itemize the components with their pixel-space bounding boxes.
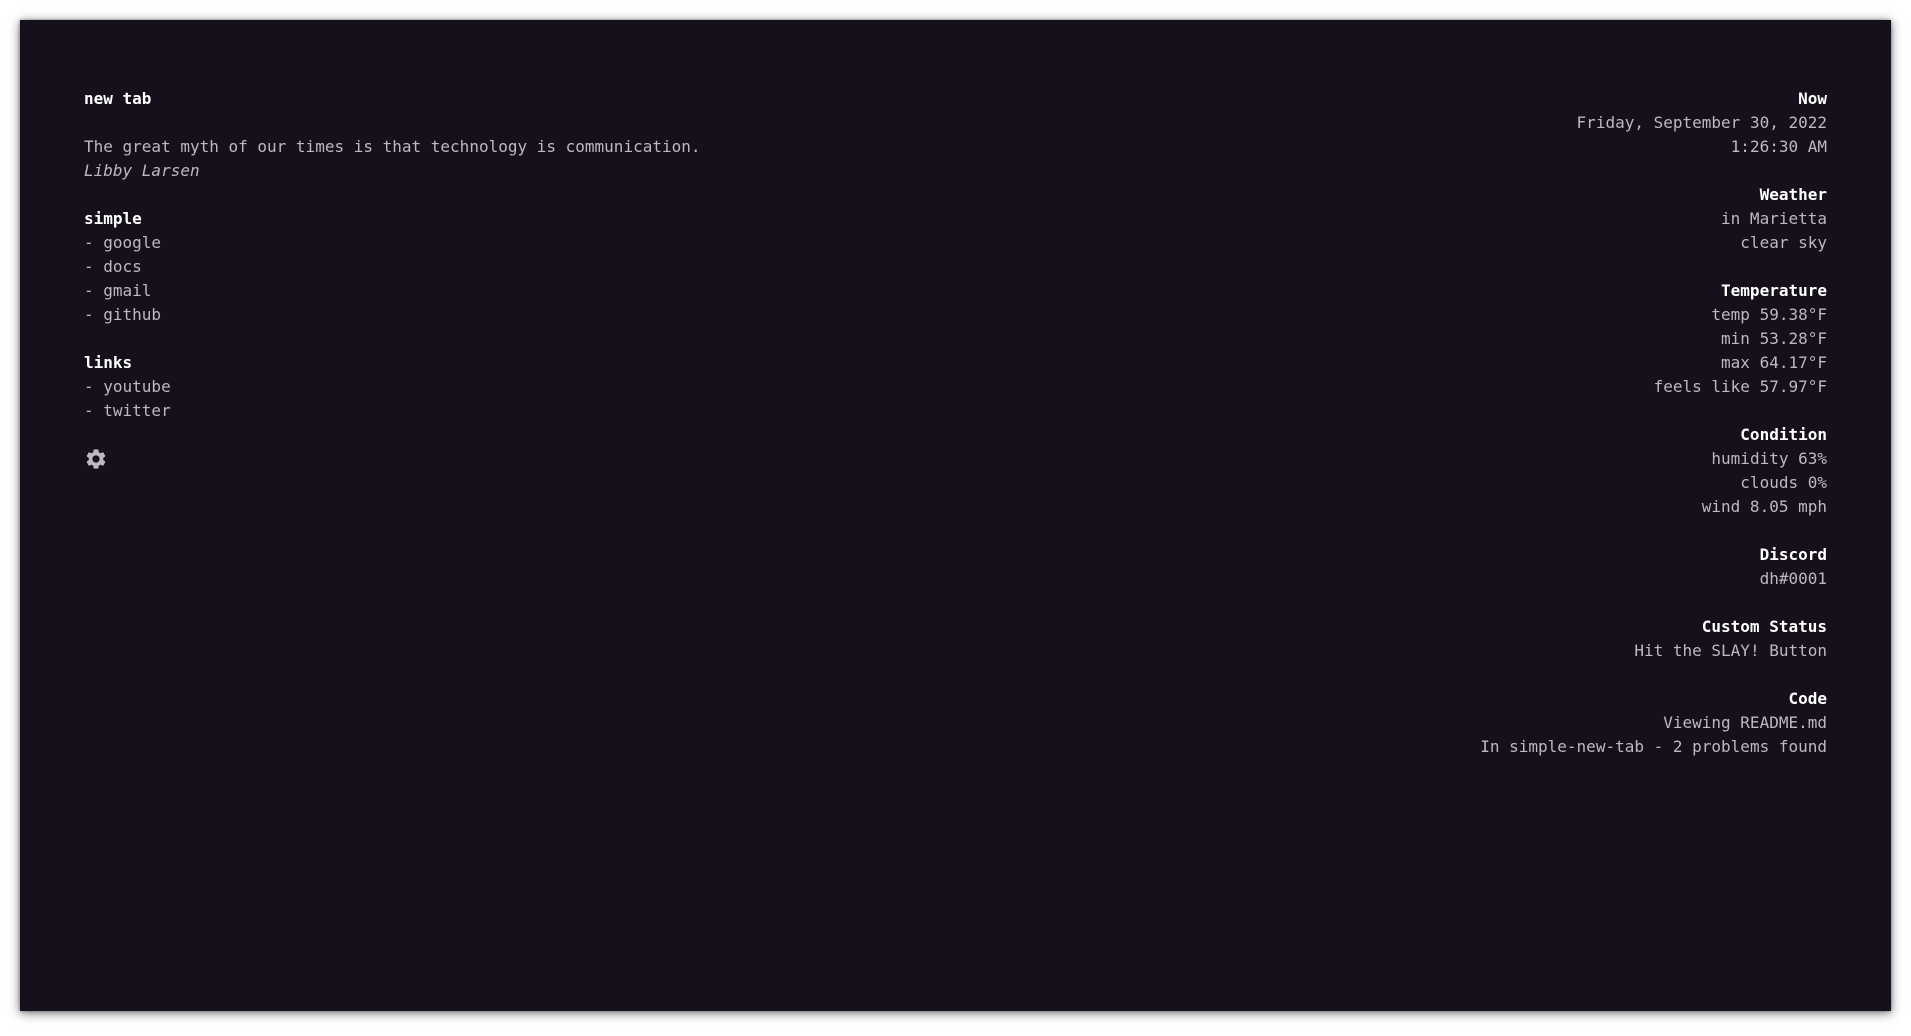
code-title: Code (1788, 689, 1827, 708)
condition-title: Condition (1740, 425, 1827, 444)
now-title: Now (1798, 89, 1827, 108)
condition-humidity: humidity 63% (1711, 449, 1827, 468)
widget-condition: Condition humidity 63% clouds 0% wind 8.… (1027, 423, 1827, 519)
widget-now: Now Friday, September 30, 2022 1:26:30 A… (1027, 87, 1827, 159)
widget-discord: Discord dh#0001 (1027, 543, 1827, 591)
widget-code: Code Viewing README.md In simple-new-tab… (1027, 687, 1827, 759)
temperature-min: min 53.28°F (1721, 329, 1827, 348)
link-twitter[interactable]: - twitter (84, 399, 984, 423)
weather-location: in Marietta (1721, 209, 1827, 228)
section-title-simple: simple (84, 209, 142, 228)
left-column: new tab The great myth of our times is t… (84, 87, 984, 471)
discord-title: Discord (1759, 545, 1827, 564)
widget-custom-status: Custom Status Hit the SLAY! Button (1027, 615, 1827, 663)
temperature-title: Temperature (1721, 281, 1827, 300)
quote-text: The great myth of our times is that tech… (84, 137, 701, 156)
quote-author: Libby Larsen (84, 161, 200, 180)
widget-temperature: Temperature temp 59.38°F min 53.28°F max… (1027, 279, 1827, 399)
condition-wind: wind 8.05 mph (1701, 497, 1827, 516)
section-simple: simple - google - docs - gmail - github (84, 207, 984, 327)
gear-icon (86, 449, 106, 469)
temperature-current: temp 59.38°F (1711, 305, 1827, 324)
now-date: Friday, September 30, 2022 (1576, 113, 1827, 132)
link-docs[interactable]: - docs (84, 255, 984, 279)
code-project: In simple-new-tab - 2 problems found (1480, 737, 1827, 756)
widget-weather: Weather in Marietta clear sky (1027, 183, 1827, 255)
code-file: Viewing README.md (1663, 713, 1827, 732)
browser-window: new tab The great myth of our times is t… (20, 20, 1891, 1011)
link-youtube[interactable]: - youtube (84, 375, 984, 399)
section-title-links: links (84, 353, 133, 372)
link-gmail[interactable]: - gmail (84, 279, 984, 303)
discord-user: dh#0001 (1759, 569, 1827, 588)
page-title: new tab (84, 89, 152, 108)
link-google[interactable]: - google (84, 231, 984, 255)
weather-title: Weather (1759, 185, 1827, 204)
section-links: links - youtube - twitter (84, 351, 984, 423)
custom-status-text: Hit the SLAY! Button (1634, 641, 1827, 660)
temperature-max: max 64.17°F (1721, 353, 1827, 372)
condition-clouds: clouds 0% (1740, 473, 1827, 492)
settings-button[interactable] (84, 447, 108, 471)
link-github[interactable]: - github (84, 303, 984, 327)
temperature-feels-like: feels like 57.97°F (1653, 377, 1827, 396)
now-time: 1:26:30 AM (1730, 137, 1827, 156)
right-column: Now Friday, September 30, 2022 1:26:30 A… (1027, 87, 1827, 759)
custom-status-title: Custom Status (1701, 617, 1827, 636)
weather-description: clear sky (1740, 233, 1827, 252)
